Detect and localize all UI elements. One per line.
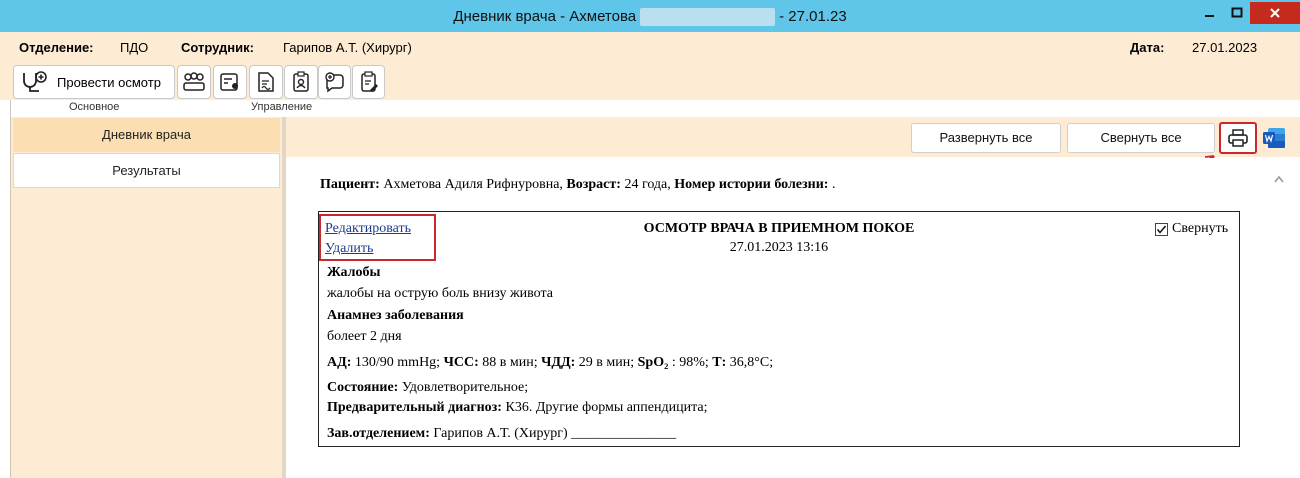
close-button[interactable] xyxy=(1250,2,1300,24)
rr-value: 29 в мин; xyxy=(578,355,635,370)
expand-all-button[interactable]: Развернуть все xyxy=(911,123,1061,153)
complaints-heading: Жалобы xyxy=(327,265,381,280)
clipboard-edit-button[interactable] xyxy=(352,65,385,99)
patient-card-button[interactable] xyxy=(213,65,247,99)
window-title: Дневник врача - Ахметова - 27.01.23 xyxy=(0,8,1300,27)
temp-value: 36,8°С; xyxy=(729,355,774,370)
department-head-value: Гарипов А.Т. (Хирург) _______________ xyxy=(433,426,677,441)
hr-value: 88 в мин; xyxy=(482,355,538,370)
maximize-button[interactable] xyxy=(1224,2,1250,24)
printer-icon xyxy=(1228,129,1248,147)
hr-label: ЧСС: xyxy=(443,355,479,370)
department-head-line: Зав.отделением: Гарипов А.Т. (Хирург) __… xyxy=(327,426,676,442)
blurred-name-redaction xyxy=(640,8,776,27)
id-badge-button[interactable] xyxy=(284,65,318,99)
patient-name: Ахметова Адиля Рифнуровна, xyxy=(383,177,563,192)
bp-value: 130/90 mmHg; xyxy=(354,355,441,370)
department-label: Отделение: xyxy=(19,40,94,55)
card-user-icon xyxy=(220,73,238,91)
diagnosis-label: Предварительный диагноз: xyxy=(327,400,502,415)
minimize-button[interactable] xyxy=(1200,2,1220,24)
bp-label: АД: xyxy=(327,355,352,370)
perform-exam-button[interactable]: Провести осмотр xyxy=(13,65,175,99)
state-value: Удовлетворительное; xyxy=(401,380,529,395)
collapse-checkbox[interactable]: Свернуть xyxy=(1155,221,1228,237)
minimize-icon xyxy=(1205,15,1214,17)
employee-value: Гарипов А.Т. (Хирург) xyxy=(283,40,412,55)
group-manage-label: Управление xyxy=(251,101,313,113)
scroll-up-button[interactable] xyxy=(1272,172,1286,186)
chat-plus-icon xyxy=(324,72,344,93)
department-head-label: Зав.отделением: xyxy=(327,426,430,441)
document-sign-icon xyxy=(258,72,274,92)
checkbox-checked-icon xyxy=(1155,222,1168,236)
date-label: Дата: xyxy=(1130,40,1165,55)
add-note-button[interactable] xyxy=(318,65,351,99)
patient-label: Пациент: xyxy=(320,177,380,192)
vitals-line: АД: 130/90 mmHg; ЧСС: 88 в мин; ЧДД: 29 … xyxy=(327,355,773,371)
date-value: 27.01.2023 xyxy=(1192,40,1258,55)
spo2-label: SpO₂ xyxy=(637,355,669,370)
patients-group-icon xyxy=(183,72,205,91)
state-label: Состояние: xyxy=(327,380,399,395)
temp-label: Т: xyxy=(712,355,727,370)
group-main-label: Основное xyxy=(69,101,120,113)
state-line: Состояние: Удовлетворительное; xyxy=(327,380,528,396)
window-title-suffix: - 27.01.23 xyxy=(779,8,847,25)
export-word-button[interactable] xyxy=(1262,126,1286,150)
clipboard-edit-icon xyxy=(360,71,378,92)
history-value: . xyxy=(831,177,836,192)
id-badge-icon xyxy=(293,71,309,92)
spo2-value: : 98%; xyxy=(671,355,709,370)
diagnosis-value: К36. Другие формы аппендицита; xyxy=(505,400,708,415)
age-label: Возраст: xyxy=(566,177,621,192)
collapse-label: Свернуть xyxy=(1172,221,1229,236)
patients-button[interactable] xyxy=(177,65,211,99)
window-title-prefix: Дневник врача - Ахметова xyxy=(453,8,637,25)
diagnosis-line: Предварительный диагноз: К36. Другие фор… xyxy=(327,400,707,416)
maximize-icon xyxy=(1231,7,1243,18)
chevron-up-icon xyxy=(1274,175,1284,183)
stethoscope-plus-icon xyxy=(23,71,47,92)
exam-datetime: 27.01.2023 13:16 xyxy=(729,240,829,255)
employee-label: Сотрудник: xyxy=(181,40,254,55)
history-label: Номер истории болезни: xyxy=(674,177,829,192)
department-value: ПДО xyxy=(120,40,149,55)
document-sign-button[interactable] xyxy=(249,65,283,99)
tab-doctor-diary[interactable]: Дневник врача xyxy=(13,118,280,152)
age-value: 24 года, xyxy=(624,177,671,192)
perform-exam-label: Провести осмотр xyxy=(57,74,161,90)
patient-info-line: Пациент: Ахметова Адиля Рифнуровна, Возр… xyxy=(320,177,835,193)
tab-results[interactable]: Результаты xyxy=(13,153,280,188)
word-icon xyxy=(1263,128,1285,148)
close-icon xyxy=(1270,8,1280,18)
rr-label: ЧДД: xyxy=(541,355,576,370)
exam-title: ОСМОТР ВРАЧА В ПРИЕМНОМ ПОКОЕ xyxy=(643,221,915,236)
anamnesis-heading: Анамнез заболевания xyxy=(327,308,464,323)
anamnesis-text: болеет 2 дня xyxy=(327,329,402,344)
complaints-text: жалобы на острую боль внизу живота xyxy=(327,286,553,301)
